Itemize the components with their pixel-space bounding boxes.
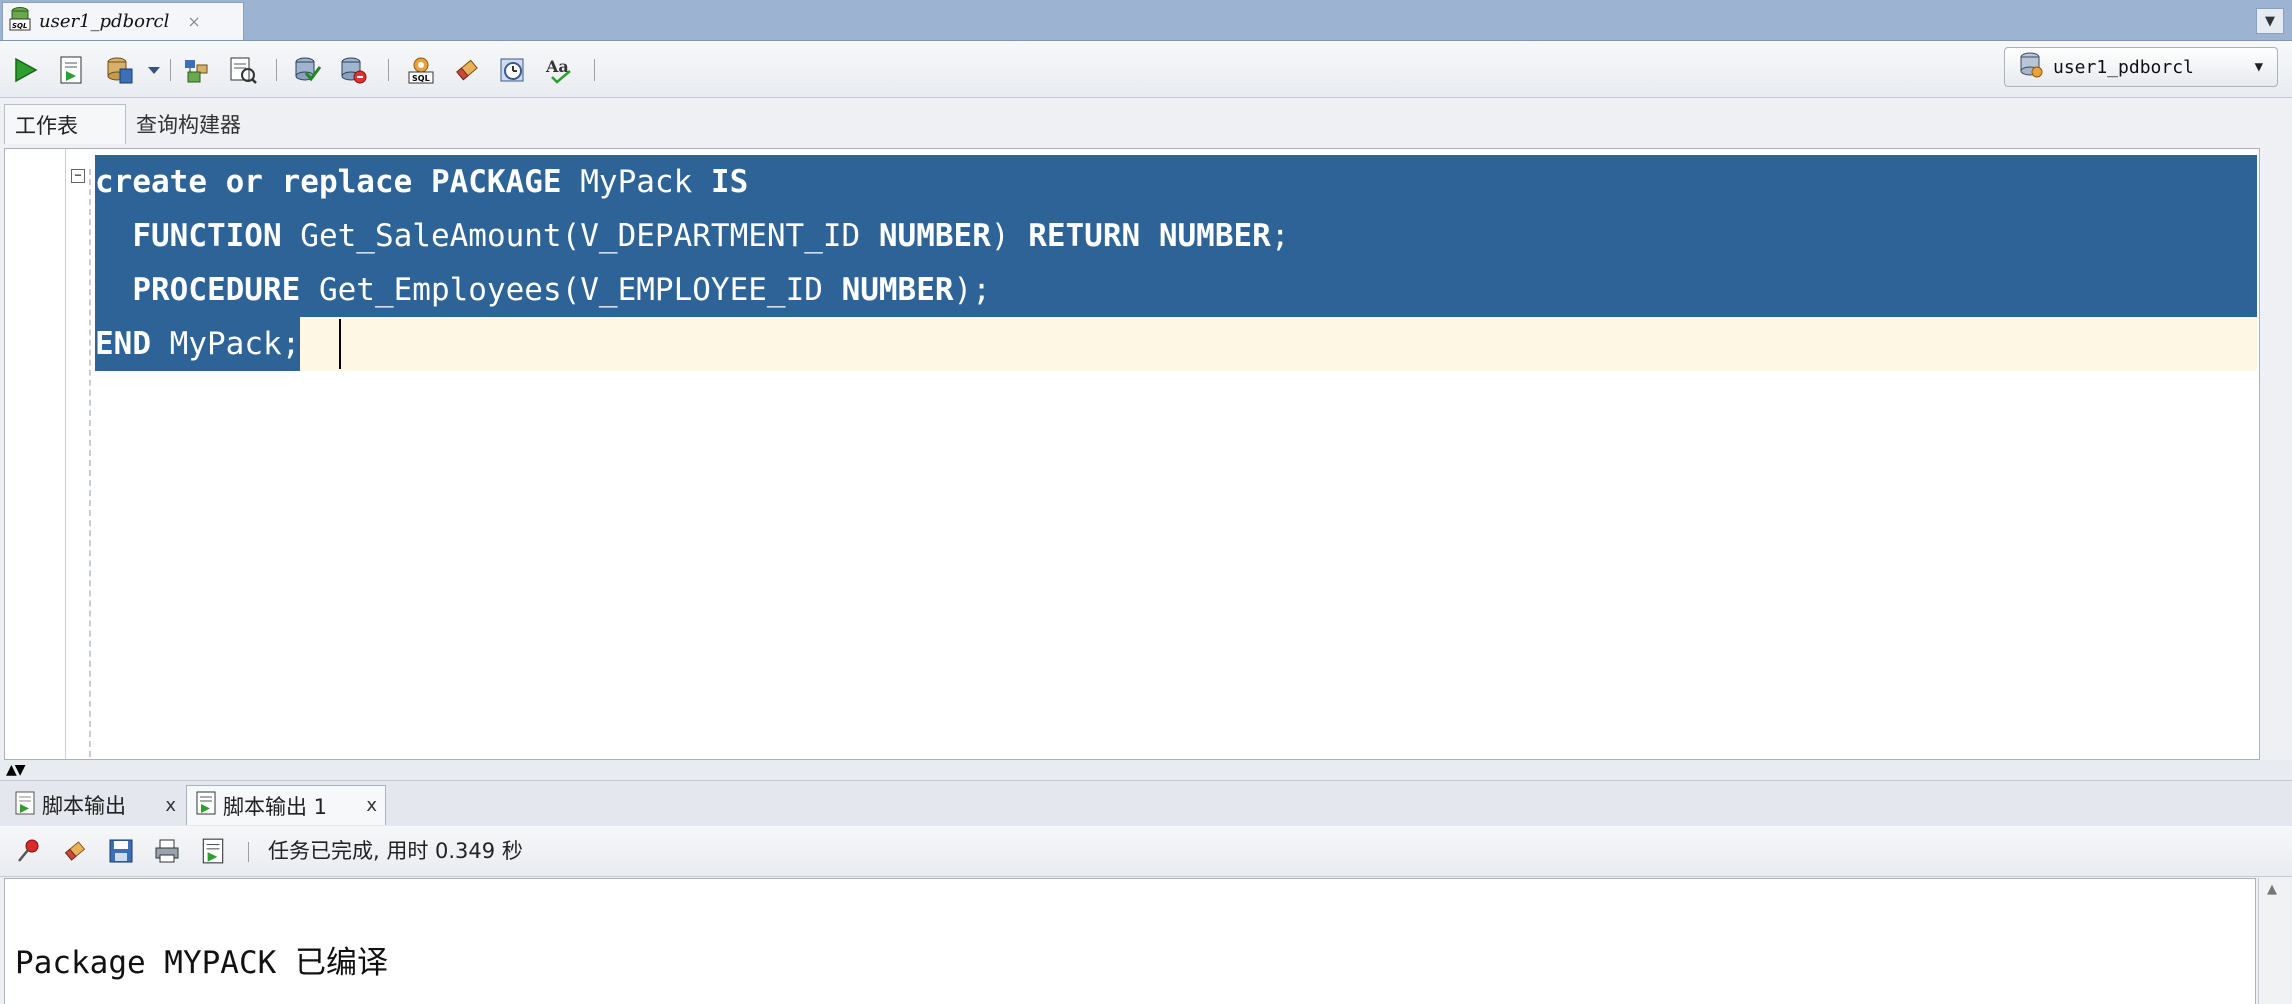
text-caret (339, 319, 341, 369)
toolbar-separator (248, 842, 249, 862)
dropdown-arrow-icon[interactable] (144, 53, 164, 87)
sql-keyword: NUMBER (878, 218, 991, 254)
tab-script-output-1[interactable]: 脚本输出 1 x (186, 785, 386, 825)
worksheet-toolbar: SQL Aa user1_pdborcl ▼ (0, 41, 2292, 98)
close-tab-icon[interactable]: × (187, 12, 200, 31)
sql-keyword: IS (710, 164, 749, 200)
connection-select[interactable]: user1_pdborcl ▼ (2004, 47, 2278, 87)
sql-keyword: PROCEDURE (132, 272, 301, 308)
current-line-highlight (95, 317, 2257, 371)
save-icon[interactable] (104, 834, 138, 868)
output-toolbar: 任务已完成, 用时 0.349 秒 (0, 826, 2292, 877)
svg-text:SQL: SQL (412, 74, 430, 83)
tab-query-builder[interactable]: 查询构建器 (136, 104, 241, 144)
rollback-icon[interactable] (336, 53, 370, 87)
toolbar-separator (388, 59, 389, 81)
clear-eraser-icon[interactable] (58, 834, 92, 868)
line-gutter (5, 149, 66, 759)
sql-text: Get_SaleAmount(V_DEPARTMENT_ID (281, 218, 879, 254)
commit-transaction-icon[interactable] (290, 53, 324, 87)
run-script-icon[interactable] (54, 53, 88, 87)
code-line-1[interactable]: create or replace PACKAGE MyPack IS (95, 155, 2257, 209)
commit-icon[interactable] (102, 53, 136, 87)
toolbar-separator (170, 59, 171, 81)
script-output-icon (14, 790, 36, 821)
history-clock-icon[interactable] (496, 53, 530, 87)
sql-editor[interactable]: − create or replace PACKAGE MyPack IS FU… (4, 148, 2260, 760)
code-line-3[interactable]: PROCEDURE Get_Employees(V_EMPLOYEE_ID NU… (95, 263, 2257, 317)
script-output-icon (195, 790, 217, 821)
clear-eraser-icon[interactable] (450, 53, 484, 87)
worksheet-tab-title: user1_pdborcl (39, 11, 170, 32)
code-fold-toggle-icon[interactable]: − (71, 169, 85, 183)
sql-text: ); (953, 272, 991, 308)
splitter-arrows-icon[interactable]: ▲▼ (6, 762, 25, 778)
svg-text:Aa: Aa (545, 57, 569, 76)
worksheet-tab[interactable]: SQL user1_pdborcl × (2, 2, 244, 40)
sql-keyword: FUNCTION (132, 218, 282, 254)
pin-icon[interactable] (12, 834, 46, 868)
database-connection-icon (2019, 51, 2043, 84)
code-line-4[interactable]: END MyPack; (95, 317, 301, 371)
sql-text: MyPack; (151, 326, 301, 362)
close-tab-icon[interactable]: x (165, 795, 176, 816)
sql-text: ) (990, 218, 1029, 254)
run-statement-icon[interactable] (8, 53, 42, 87)
toolbar-separator (276, 59, 277, 81)
sql-tuning-icon[interactable]: SQL (404, 53, 438, 87)
toolbar-separator (594, 59, 595, 81)
svg-text:SQL: SQL (12, 22, 27, 30)
tab-script-output-label: 脚本输出 (42, 794, 126, 818)
tab-worksheet[interactable]: 工作表 (4, 104, 126, 144)
autotrace-icon[interactable] (180, 53, 214, 87)
sql-keyword: NUMBER (841, 272, 954, 308)
explain-plan-icon[interactable] (226, 53, 260, 87)
connection-select-value: user1_pdborcl (2053, 56, 2194, 78)
fold-guide-line (89, 169, 91, 757)
task-status-text: 任务已完成, 用时 0.349 秒 (268, 839, 523, 863)
editor-tab-bar (0, 0, 2292, 41)
worksheet-subtabs: 工作表 查询构建器 (0, 98, 2292, 148)
output-tabs: 脚本输出 x 脚本输出 1 x (0, 780, 2292, 827)
sql-keyword: END (95, 326, 151, 362)
script-output-panel[interactable]: Package MYPACK 已编译 (4, 878, 2256, 1004)
code-line-2[interactable]: FUNCTION Get_SaleAmount(V_DEPARTMENT_ID … (95, 209, 2257, 263)
close-tab-icon[interactable]: x (366, 795, 377, 816)
format-text-icon[interactable]: Aa (542, 53, 576, 87)
chevron-down-icon: ▼ (2254, 59, 2263, 75)
scroll-up-icon[interactable]: ▲ (2267, 882, 2277, 897)
sql-keyword: NUMBER (1158, 218, 1271, 254)
sql-keyword: create or replace PACKAGE (95, 164, 562, 200)
pane-splitter[interactable] (0, 760, 2292, 780)
tab-script-output-1-label: 脚本输出 1 (223, 794, 328, 819)
output-scrollbar[interactable]: ▲ (2258, 878, 2289, 1004)
sql-worksheet-icon: SQL (9, 6, 31, 37)
script-output-text: Package MYPACK 已编译 (15, 945, 388, 981)
sql-keyword: RETURN (1028, 218, 1141, 254)
script-output-icon[interactable] (196, 834, 230, 868)
sql-text: Get_Employees(V_EMPLOYEE_ID (300, 272, 842, 308)
print-icon[interactable] (150, 834, 184, 868)
tab-script-output[interactable]: 脚本输出 x (6, 785, 184, 825)
tab-list-dropdown-button[interactable]: ▼ (2256, 8, 2284, 34)
sql-text: ; (1270, 218, 1290, 254)
sql-text: MyPack (561, 164, 711, 200)
